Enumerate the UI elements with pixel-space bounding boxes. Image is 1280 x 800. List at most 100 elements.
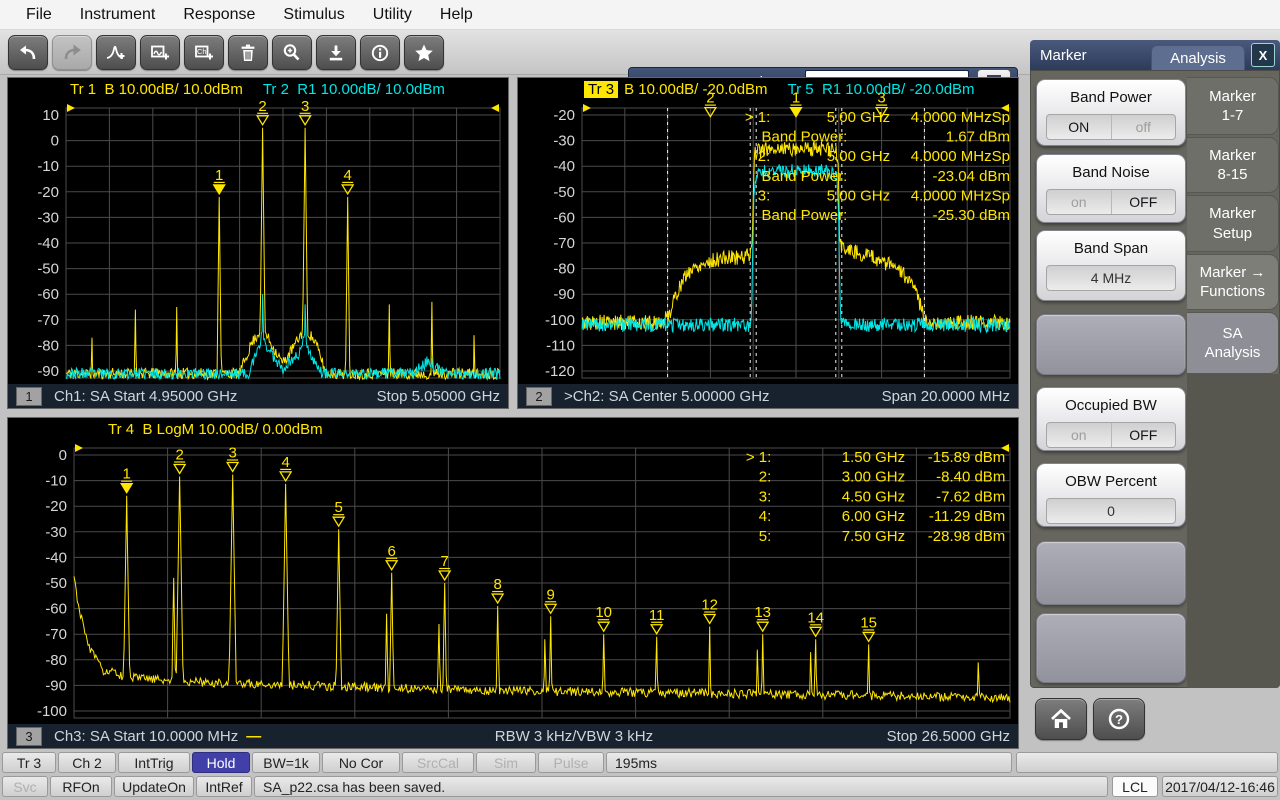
band-noise-toggle[interactable]: on OFF [1046, 189, 1176, 215]
svg-text:> 1:: > 1: [745, 109, 770, 126]
empty-softkey-2 [1036, 541, 1186, 605]
menu-help[interactable]: Help [426, 0, 487, 30]
occupied-bw-toggle[interactable]: on OFF [1046, 422, 1176, 448]
tab-marker-setup-line1: Marker [1209, 204, 1256, 224]
obw-percent-value[interactable]: 0 [1046, 498, 1176, 524]
band-noise-label: Band Noise [1037, 164, 1185, 181]
svg-text:15: 15 [860, 614, 877, 631]
zoom-button[interactable] [272, 35, 312, 70]
save-button[interactable] [316, 35, 356, 70]
status-trigger[interactable]: IntTrig [118, 752, 190, 773]
menu-file[interactable]: File [12, 0, 66, 30]
svg-text:-100: -100 [37, 703, 67, 720]
band-noise-off[interactable]: OFF [1112, 194, 1176, 210]
add-window-icon [149, 43, 171, 63]
plot-ch1-spectrum[interactable]: Tr 1 B 10.00dB/ 10.0dBm Tr 2 R1 10.00dB/… [8, 78, 508, 408]
band-span-softkey[interactable]: Band Span 4 MHz [1036, 230, 1186, 301]
channel3-badge[interactable]: 3 [16, 727, 42, 746]
svg-text:?: ? [1115, 712, 1123, 727]
band-span-value[interactable]: 4 MHz [1046, 265, 1176, 291]
help-button[interactable]: ? [1093, 698, 1145, 740]
svg-text:5.00 GHz: 5.00 GHz [827, 148, 890, 165]
plot3-footer: 3 Ch3: SA Start 10.0000 MHz — RBW 3 kHz/… [8, 724, 1018, 748]
band-power-off[interactable]: off [1112, 119, 1176, 135]
svg-text:2: 2 [258, 98, 266, 115]
status-rf[interactable]: RFOn [50, 776, 112, 797]
plot2-canvas[interactable]: -20-30-40-50-60-70-80-90-100-110-120> 1:… [518, 78, 1018, 384]
status-channel[interactable]: Ch 2 [58, 752, 116, 773]
plot-ch2-spectrum[interactable]: Tr 3B 10.00dB/ -20.0dBm Tr 5 R1 10.00dB/… [518, 78, 1018, 408]
panel-close-button[interactable]: X [1251, 43, 1275, 67]
svg-text:1: 1 [792, 90, 800, 107]
band-power-on[interactable]: ON [1047, 119, 1111, 135]
svg-text:-40: -40 [45, 549, 67, 566]
redo-button [52, 35, 92, 70]
tab-column-filler [1187, 374, 1280, 688]
ch3-start-label: Ch3: SA Start 10.0000 MHz [54, 728, 238, 745]
occupied-bw-label: Occupied BW [1037, 397, 1185, 414]
band-noise-softkey[interactable]: Band Noise on OFF [1036, 154, 1186, 223]
svg-text:-80: -80 [37, 337, 59, 354]
svg-text:3: 3 [877, 90, 885, 107]
svg-text:4.0000 MHzSp: 4.0000 MHzSp [911, 109, 1010, 126]
channel1-badge[interactable]: 1 [16, 387, 42, 406]
status-lcl[interactable]: LCL [1112, 776, 1158, 797]
svg-text:2:: 2: [759, 469, 772, 486]
band-noise-on[interactable]: on [1047, 194, 1111, 210]
status-bandwidth[interactable]: BW=1k [252, 752, 320, 773]
status-hold[interactable]: Hold [192, 752, 250, 773]
svg-text:-15.89 dBm: -15.89 dBm [928, 449, 1006, 466]
tab-marker-8-15[interactable]: Marker 8-15 [1187, 137, 1279, 193]
favorite-button[interactable] [404, 35, 444, 70]
tab-marker-1-7[interactable]: Marker 1-7 [1187, 77, 1279, 135]
delete-button[interactable] [228, 35, 268, 70]
plot3-canvas[interactable]: 0-10-20-30-40-50-60-70-80-90-100> 1:1.50… [8, 418, 1018, 724]
plot-ch3-spectrum[interactable]: Tr 4 B LogM 10.00dB/ 0.00dBm 0-10-20-30-… [8, 418, 1018, 748]
svg-text:4.0000 MHzSp: 4.0000 MHzSp [911, 148, 1010, 165]
status-pulse: Pulse [538, 752, 604, 773]
obw-percent-softkey[interactable]: OBW Percent 0 [1036, 463, 1186, 527]
svg-text:-110: -110 [546, 337, 575, 354]
status-ref[interactable]: IntRef [196, 776, 252, 797]
occupied-bw-off[interactable]: OFF [1112, 427, 1176, 443]
svg-text:1: 1 [122, 466, 130, 483]
menu-instrument[interactable]: Instrument [66, 0, 170, 30]
svg-text:-120: -120 [545, 363, 575, 380]
channel2-badge[interactable]: 2 [526, 387, 552, 406]
occupied-bw-softkey[interactable]: Occupied BW on OFF [1036, 387, 1186, 451]
trash-icon [237, 43, 259, 63]
empty-softkey-1 [1036, 314, 1186, 375]
status-row-1: Tr 3 Ch 2 IntTrig Hold BW=1k No Cor SrcC… [0, 752, 1280, 775]
status-correction[interactable]: No Cor [322, 752, 400, 773]
home-icon [1048, 707, 1074, 731]
undo-button[interactable] [8, 35, 48, 70]
band-power-softkey[interactable]: Band Power ON off [1036, 79, 1186, 146]
ch1-stop-label: Stop 5.05000 GHz [377, 388, 500, 405]
svg-text:-10: -10 [37, 158, 59, 175]
tab-analysis[interactable]: Analysis [1151, 45, 1245, 70]
menu-response[interactable]: Response [169, 0, 269, 30]
plot1-footer: 1 Ch1: SA Start 4.95000 GHz Stop 5.05000… [8, 384, 508, 408]
status-trace[interactable]: Tr 3 [2, 752, 56, 773]
add-window-button[interactable] [140, 35, 180, 70]
svg-text:-11.29 dBm: -11.29 dBm [929, 508, 1005, 525]
tab-marker-functions[interactable]: Marker → Functions [1187, 254, 1279, 310]
svg-text:5: 5 [334, 499, 342, 516]
zoom-icon [281, 43, 303, 63]
svg-text:> 1:: > 1: [746, 449, 771, 466]
info-button[interactable] [360, 35, 400, 70]
add-trace-button[interactable] [96, 35, 136, 70]
home-button[interactable] [1035, 698, 1087, 740]
save-icon [325, 43, 347, 63]
tab-sa-analysis[interactable]: SA Analysis [1187, 312, 1279, 374]
ch3-stop-label: Stop 26.5000 GHz [887, 728, 1010, 745]
tab-marker-setup[interactable]: Marker Setup [1187, 195, 1279, 252]
occupied-bw-on[interactable]: on [1047, 427, 1111, 443]
menu-stimulus[interactable]: Stimulus [269, 0, 358, 30]
band-power-toggle[interactable]: ON off [1046, 114, 1176, 140]
menu-utility[interactable]: Utility [359, 0, 426, 30]
add-channel-button[interactable]: Ch [184, 35, 224, 70]
svg-text:2: 2 [706, 90, 714, 107]
plot1-canvas[interactable]: 100-10-20-30-40-50-60-70-80-901234 [8, 78, 508, 384]
status-update[interactable]: UpdateOn [114, 776, 194, 797]
